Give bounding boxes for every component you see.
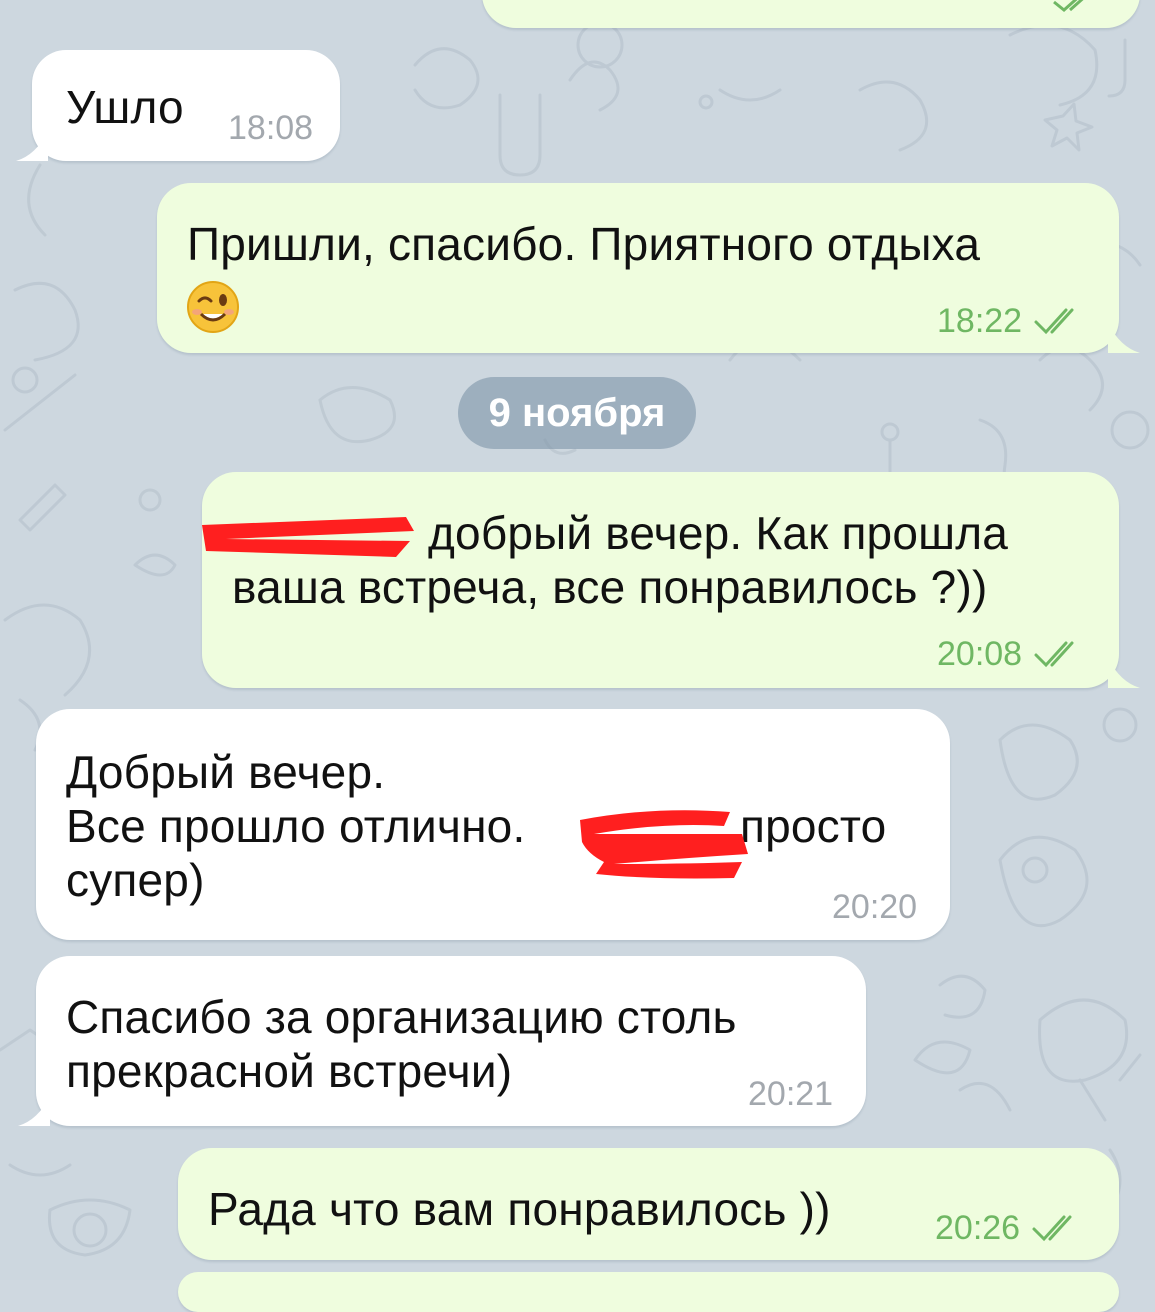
message-text: Добрый вечер. Все прошло отлично. bbox=[66, 746, 526, 852]
message-time: 18:08 bbox=[228, 109, 314, 147]
double-check-icon bbox=[1034, 308, 1074, 335]
double-check-icon bbox=[1032, 1215, 1072, 1242]
message-meta: 20:26 bbox=[935, 1208, 1086, 1248]
date-separator: 9 ноября bbox=[458, 377, 696, 449]
message-text: Рада что вам понравилось )) bbox=[208, 1183, 831, 1235]
previous-message-bubble-partial bbox=[482, 0, 1140, 28]
message-text-after-redaction: просто bbox=[740, 800, 887, 852]
message-bubble-incoming[interactable]: Добрый вечер. Все прошло отлично. просто… bbox=[36, 709, 950, 940]
message-bubble-incoming[interactable]: Ушло 18:08 bbox=[32, 50, 340, 161]
bubble-tail-incoming bbox=[18, 1096, 50, 1126]
bubble-tail-outgoing bbox=[1108, 658, 1140, 688]
message-meta: 20:08 bbox=[937, 634, 1088, 674]
double-check-icon bbox=[1053, 0, 1084, 12]
message-bubble-outgoing[interactable]: добрый вечер. Как прошла ваша встреча, в… bbox=[202, 472, 1119, 688]
message-text: Спасибо за организацию столь прекрасной … bbox=[66, 991, 737, 1097]
next-message-bubble-partial bbox=[178, 1272, 1119, 1312]
message-time: 20:08 bbox=[937, 635, 1023, 673]
message-meta: 20:21 bbox=[748, 1074, 833, 1114]
message-bubble-outgoing[interactable]: Рада что вам понравилось )) 20:26 bbox=[178, 1148, 1119, 1260]
message-bubble-outgoing[interactable]: Пришли, спасибо. Приятного отдыха 18:22 bbox=[157, 183, 1119, 353]
message-meta: 18:22 bbox=[937, 301, 1088, 341]
message-text-line3: супер) bbox=[66, 854, 205, 906]
message-time: 20:20 bbox=[832, 888, 918, 926]
message-text: добрый вечер. Как прошла ваша встреча, в… bbox=[232, 507, 1009, 613]
message-time: 20:21 bbox=[748, 1075, 834, 1113]
message-text: Ушло bbox=[66, 81, 184, 133]
message-time: 20:26 bbox=[935, 1209, 1021, 1247]
message-text: Пришли, спасибо. Приятного отдыха bbox=[187, 218, 981, 270]
bubble-tail-outgoing bbox=[1108, 323, 1140, 353]
double-check-icon bbox=[1034, 641, 1074, 668]
bubble-tail-incoming bbox=[16, 131, 48, 161]
message-bubble-incoming[interactable]: Спасибо за организацию столь прекрасной … bbox=[36, 956, 866, 1126]
message-meta: 20:20 bbox=[832, 887, 917, 927]
winking-face-emoji-icon bbox=[187, 281, 239, 333]
message-time: 18:22 bbox=[937, 302, 1023, 340]
message-meta: 18:08 bbox=[228, 108, 313, 148]
